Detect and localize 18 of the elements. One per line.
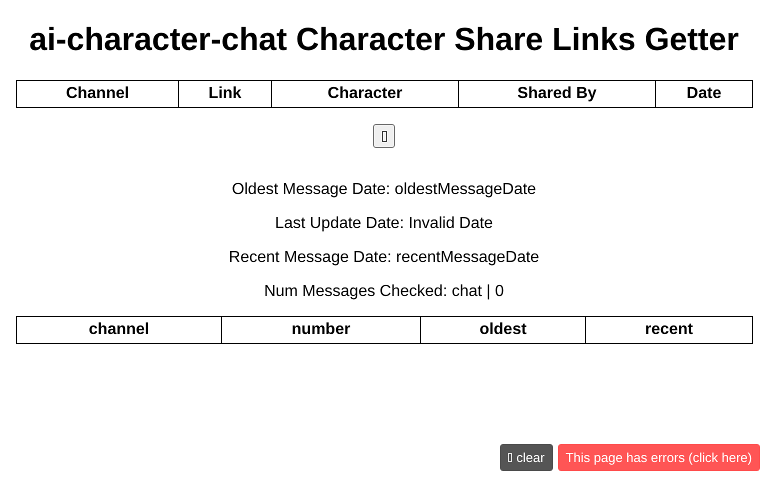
column-header: Shared By bbox=[458, 80, 656, 108]
column-header: Date bbox=[656, 80, 752, 108]
missing-glyph-icon bbox=[382, 130, 386, 142]
info-text: Last Update Date: Invalid Date bbox=[274, 214, 494, 234]
info-text: Recent Message Date: recentMessageDate bbox=[228, 248, 540, 268]
glyph-button[interactable] bbox=[373, 124, 395, 148]
column-header: Channel bbox=[16, 80, 178, 108]
column-header: recent bbox=[586, 316, 752, 344]
page-title: ai-character-chat Character Share Links Getter bbox=[28, 20, 740, 58]
info-text: Num Messages Checked: chat | 0 bbox=[263, 282, 505, 302]
info-text: Oldest Message Date: oldestMessageDate bbox=[230, 180, 538, 200]
missing-glyph-icon bbox=[508, 452, 512, 462]
column-header: Character bbox=[272, 80, 458, 108]
clear-button[interactable]: clear bbox=[500, 444, 553, 471]
column-header: oldest bbox=[420, 316, 586, 344]
column-header: Link bbox=[178, 80, 272, 108]
column-header: channel bbox=[16, 316, 222, 344]
column-header: number bbox=[222, 316, 420, 344]
